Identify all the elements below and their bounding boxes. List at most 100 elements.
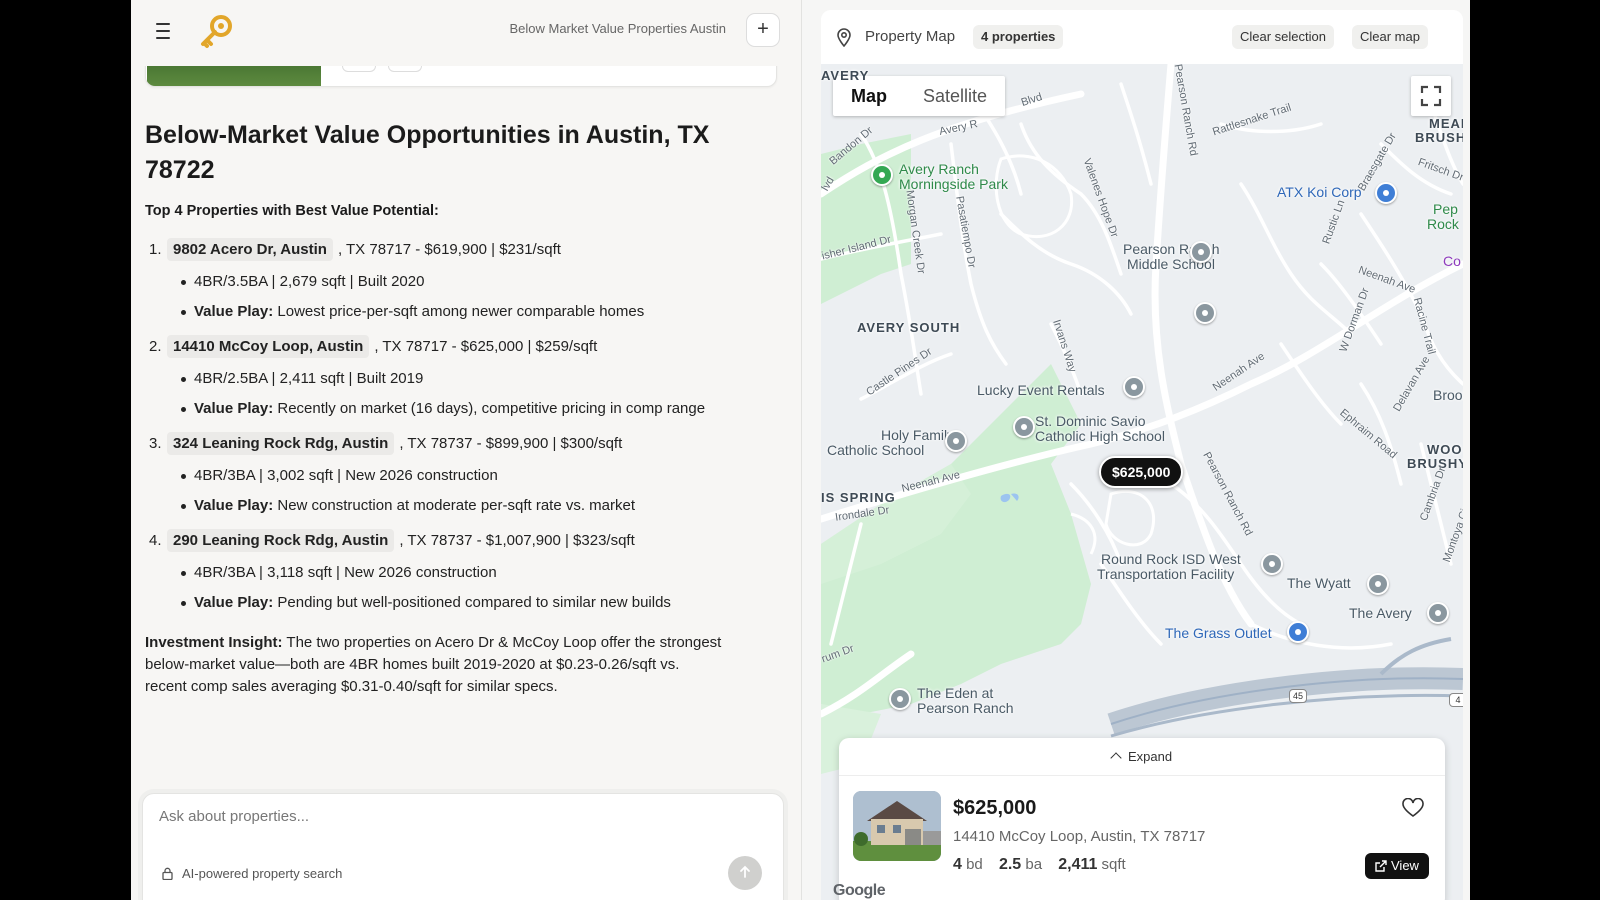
map-panel: Property Map 4 properties Clear selectio…: [821, 10, 1463, 900]
map-type-satellite[interactable]: Satellite: [905, 76, 1005, 116]
area-label: AVERY: [821, 68, 870, 83]
property-list-item: 4. 290 Leaning Rock Rdg, Austin , TX 787…: [145, 527, 785, 618]
apartment-marker[interactable]: [1367, 573, 1389, 595]
conversation-title: Below Market Value Properties Austin: [509, 21, 726, 36]
property-specs: 4BR/3BA | 3,118 sqft | New 2026 construc…: [179, 558, 785, 588]
property-specs: 4BR/3.5BA | 2,679 sqft | Built 2020: [179, 267, 785, 297]
property-list-item: 3. 324 Leaning Rock Rdg, Austin , TX 787…: [145, 430, 785, 521]
map-header: Property Map 4 properties Clear selectio…: [821, 10, 1463, 64]
fullscreen-icon: [1420, 85, 1442, 107]
value-play: Value Play: Lowest price-per-sqft among …: [179, 297, 785, 327]
map-title: Property Map: [865, 28, 956, 45]
external-link-icon: [1375, 860, 1387, 872]
place-label: Pep: [1433, 201, 1458, 217]
place-label: St. Dominic Savio: [1035, 413, 1146, 429]
place-label: ATX Koi Corp: [1277, 184, 1362, 200]
message-composer: AI-powered property search: [142, 793, 784, 900]
google-logo: Google: [833, 882, 886, 899]
school-marker[interactable]: [945, 430, 967, 452]
lock-icon: [162, 867, 173, 880]
clear-selection-button[interactable]: Clear selection: [1232, 25, 1334, 49]
place-label: Avery Ranch: [899, 161, 979, 177]
chat-panel: Below Market Value Properties Austin + B…: [131, 0, 802, 900]
list-number: 4.: [149, 531, 162, 549]
card-price: $625,000: [953, 797, 1037, 819]
property-address-link[interactable]: 324 Leaning Rock Rdg, Austin: [167, 431, 395, 455]
apartment-marker[interactable]: [889, 688, 911, 710]
property-summary: , TX 78737 - $1,007,900 | $323/sqft: [399, 531, 635, 549]
ai-hint: AI-powered property search: [161, 866, 342, 881]
place-label: The Wyatt: [1287, 575, 1351, 591]
park-marker[interactable]: [871, 164, 893, 186]
expand-button[interactable]: Expand: [839, 738, 1445, 776]
card-address: 14410 McCoy Loop, Austin, TX 78717: [953, 828, 1206, 845]
apartment-marker[interactable]: [1427, 602, 1449, 624]
place-label: Co: [1443, 253, 1461, 269]
new-chat-button[interactable]: +: [746, 13, 780, 47]
place-label: Lucky Event Rentals: [977, 382, 1105, 398]
app-window: Below Market Value Properties Austin + B…: [131, 0, 1470, 900]
business-marker[interactable]: [1287, 621, 1309, 643]
arrow-up-icon: [740, 865, 750, 878]
area-label: MEADOWS OF: [1429, 116, 1463, 131]
property-price-marker[interactable]: $625,000: [1099, 456, 1184, 488]
hamburger-menu-icon[interactable]: [151, 20, 175, 42]
place-label: Catholic School: [827, 442, 925, 458]
property-card: Expand $625,000 14410 McCoy Loop, Austin…: [839, 738, 1445, 900]
assistant-message: Below-Market Value Opportunities in Aust…: [145, 118, 785, 698]
place-label: Transportation Facility: [1097, 566, 1235, 582]
property-summary: , TX 78717 - $625,000 | $259/sqft: [374, 337, 598, 355]
business-marker[interactable]: [1375, 182, 1397, 204]
value-play: Value Play: Pending but well-positioned …: [179, 588, 785, 618]
business-marker[interactable]: [1261, 553, 1283, 575]
chevron-up-icon: [1110, 752, 1122, 764]
value-play: Value Play: Recently on market (16 days)…: [179, 394, 785, 424]
chat-header: Below Market Value Properties Austin +: [131, 0, 801, 66]
school-marker[interactable]: [1190, 241, 1212, 263]
property-summary: , TX 78737 - $899,900 | $300/sqft: [399, 434, 623, 452]
message-subheading: Top 4 Properties with Best Value Potenti…: [145, 203, 439, 219]
place-label: Holy Family: [881, 427, 955, 443]
area-label: AVERY SOUTH: [857, 320, 961, 335]
message-heading: Below-Market Value Opportunities in Aust…: [145, 121, 710, 184]
chat-input[interactable]: [159, 808, 679, 825]
business-marker[interactable]: [1123, 376, 1145, 398]
area-label: WOO: [1427, 442, 1463, 457]
clear-map-button[interactable]: Clear map: [1352, 25, 1428, 49]
place-label: The Eden at: [917, 685, 994, 701]
favorite-heart-icon[interactable]: [1402, 798, 1424, 818]
property-specs: 4BR/2.5BA | 2,411 sqft | Built 2019: [179, 364, 785, 394]
send-button[interactable]: [728, 856, 762, 890]
fullscreen-button[interactable]: [1411, 76, 1451, 116]
list-number: 1.: [149, 240, 162, 258]
property-address-link[interactable]: 290 Leaning Rock Rdg, Austin: [167, 528, 395, 552]
highway-shield: 4: [1449, 693, 1463, 707]
highway-shield: 45: [1289, 689, 1307, 703]
place-label: Catholic High School: [1035, 428, 1165, 444]
place-label: Round Rock ISD West: [1101, 551, 1241, 567]
view-property-button[interactable]: View: [1365, 853, 1429, 879]
property-photo[interactable]: [853, 791, 941, 861]
card-stats: 4 bd 2.5 ba 2,411 sqft: [953, 856, 1126, 873]
property-address-link[interactable]: 14410 McCoy Loop, Austin: [167, 334, 370, 358]
map-pin-icon: [837, 28, 851, 47]
property-summary: , TX 78717 - $619,900 | $231/sqft: [337, 240, 561, 258]
property-specs: 4BR/3BA | 3,002 sqft | New 2026 construc…: [179, 461, 785, 491]
area-label: IS SPRING: [821, 490, 896, 505]
list-number: 3.: [149, 434, 162, 452]
place-label: Pearson Ranch: [917, 700, 1014, 716]
value-play: Value Play: New construction at moderate…: [179, 491, 785, 521]
place-label: Rock: [1427, 216, 1459, 232]
property-list-item: 1. 9802 Acero Dr, Austin , TX 78717 - $6…: [145, 236, 785, 327]
school-marker[interactable]: [1013, 416, 1035, 438]
property-list-item: 2. 14410 McCoy Loop, Austin , TX 78717 -…: [145, 333, 785, 424]
key-logo-icon: [201, 15, 232, 48]
property-count-badge: 4 properties: [973, 25, 1064, 49]
place-label: The Avery: [1349, 605, 1412, 621]
property-address-link[interactable]: 9802 Acero Dr, Austin: [167, 237, 333, 261]
list-number: 2.: [149, 337, 162, 355]
school-marker[interactable]: [1194, 302, 1216, 324]
map-canvas[interactable]: Map Satellite AVERY Avery R Blvd Pearson…: [821, 64, 1463, 900]
investment-insight: Investment Insight: The two properties o…: [145, 634, 722, 695]
place-label: Brool: [1433, 387, 1463, 403]
